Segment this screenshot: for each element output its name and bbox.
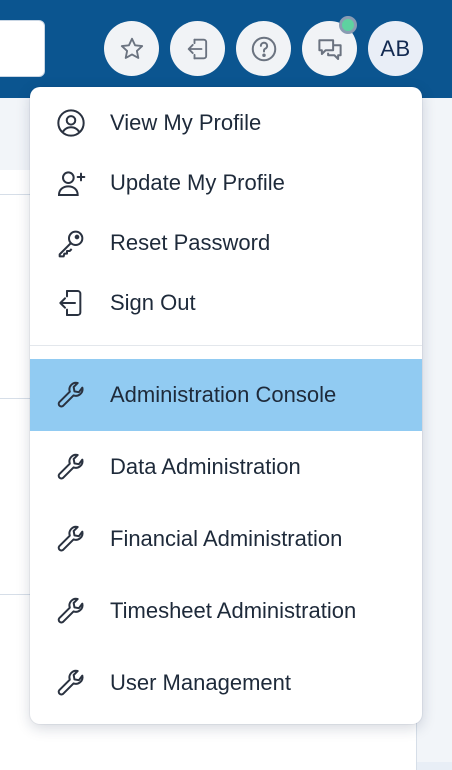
menu-item-label: Sign Out xyxy=(110,290,196,315)
user-plus-icon xyxy=(54,166,88,200)
help-icon xyxy=(249,34,279,64)
menu-divider xyxy=(30,345,422,346)
menu-item-label: Update My Profile xyxy=(110,170,285,195)
key-icon xyxy=(54,226,88,260)
menu-item-sign-out[interactable]: Sign Out xyxy=(30,273,422,333)
menu-item-user-management[interactable]: User Management xyxy=(30,647,422,719)
wrench-icon xyxy=(54,378,88,412)
menu-item-view-profile[interactable]: View My Profile xyxy=(30,93,422,153)
wrench-icon xyxy=(54,522,88,556)
menu-item-label: User Management xyxy=(110,670,291,695)
menu-item-label: Data Administration xyxy=(110,454,301,479)
wrench-icon xyxy=(54,594,88,628)
menu-item-financial-administration[interactable]: Financial Administration xyxy=(30,503,422,575)
sign-out-shortcut-button[interactable] xyxy=(170,21,225,76)
top-navigation-bar: AB xyxy=(0,0,452,98)
menu-item-administration-console[interactable]: Administration Console xyxy=(30,359,422,431)
user-menu-dropdown: View My Profile Update My Profile Reset … xyxy=(30,87,422,724)
user-circle-icon xyxy=(54,106,88,140)
menu-item-reset-password[interactable]: Reset Password xyxy=(30,213,422,273)
user-avatar-button[interactable]: AB xyxy=(368,21,423,76)
help-button[interactable] xyxy=(236,21,291,76)
menu-item-timesheet-administration[interactable]: Timesheet Administration xyxy=(30,575,422,647)
notification-dot xyxy=(339,16,357,34)
chat-icon xyxy=(315,34,345,64)
sign-out-icon xyxy=(54,286,88,320)
wrench-icon xyxy=(54,666,88,700)
menu-item-label: Reset Password xyxy=(110,230,271,255)
menu-item-update-profile[interactable]: Update My Profile xyxy=(30,153,422,213)
menu-item-data-administration[interactable]: Data Administration xyxy=(30,431,422,503)
menu-item-label: Administration Console xyxy=(110,382,337,407)
search-input[interactable] xyxy=(0,20,45,77)
menu-item-label: View My Profile xyxy=(110,110,262,135)
menu-item-label: Timesheet Administration xyxy=(110,598,357,623)
sign-out-icon xyxy=(184,35,212,63)
star-icon xyxy=(118,35,146,63)
favorites-button[interactable] xyxy=(104,21,159,76)
menu-item-label: Financial Administration xyxy=(110,526,343,551)
wrench-icon xyxy=(54,450,88,484)
